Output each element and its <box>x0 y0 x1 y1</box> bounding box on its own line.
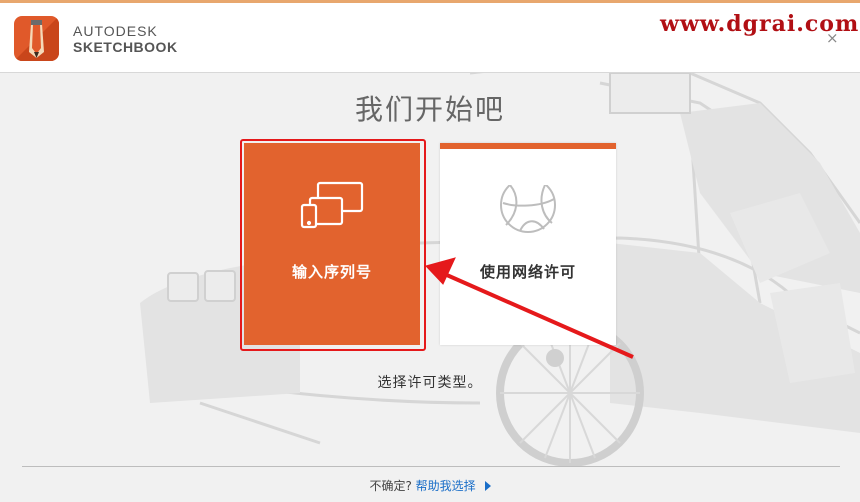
network-globe-icon <box>440 177 616 245</box>
footer-prompt: 不确定? <box>369 479 412 493</box>
close-icon[interactable]: × <box>826 31 840 46</box>
footer: 不确定? 帮助我选择 <box>0 477 860 494</box>
enter-serial-number-label: 输入序列号 <box>291 263 372 281</box>
content-area <box>0 73 860 502</box>
play-arrow-icon[interactable] <box>484 481 491 491</box>
page-heading: 我们开始吧 <box>354 93 505 126</box>
enter-serial-number-option[interactable]: 输入序列号 <box>244 143 420 345</box>
title-bar: AUTODESK SKETCHBOOK www.dgrai.com × <box>0 3 860 72</box>
car-background-illustration <box>140 73 860 467</box>
network-license-label: 使用网络许可 <box>479 263 576 281</box>
license-type-prompt: 选择许可类型。 <box>377 375 483 391</box>
brand-sketchbook: SKETCHBOOK <box>73 39 178 55</box>
brand-autodesk: AUTODESK <box>73 23 158 39</box>
footer-divider <box>22 466 840 467</box>
sketchbook-logo-icon <box>14 16 59 61</box>
network-license-option[interactable]: 使用网络许可 <box>440 143 616 345</box>
devices-icon <box>244 179 420 239</box>
help-me-choose-link[interactable]: 帮助我选择 <box>416 479 476 493</box>
